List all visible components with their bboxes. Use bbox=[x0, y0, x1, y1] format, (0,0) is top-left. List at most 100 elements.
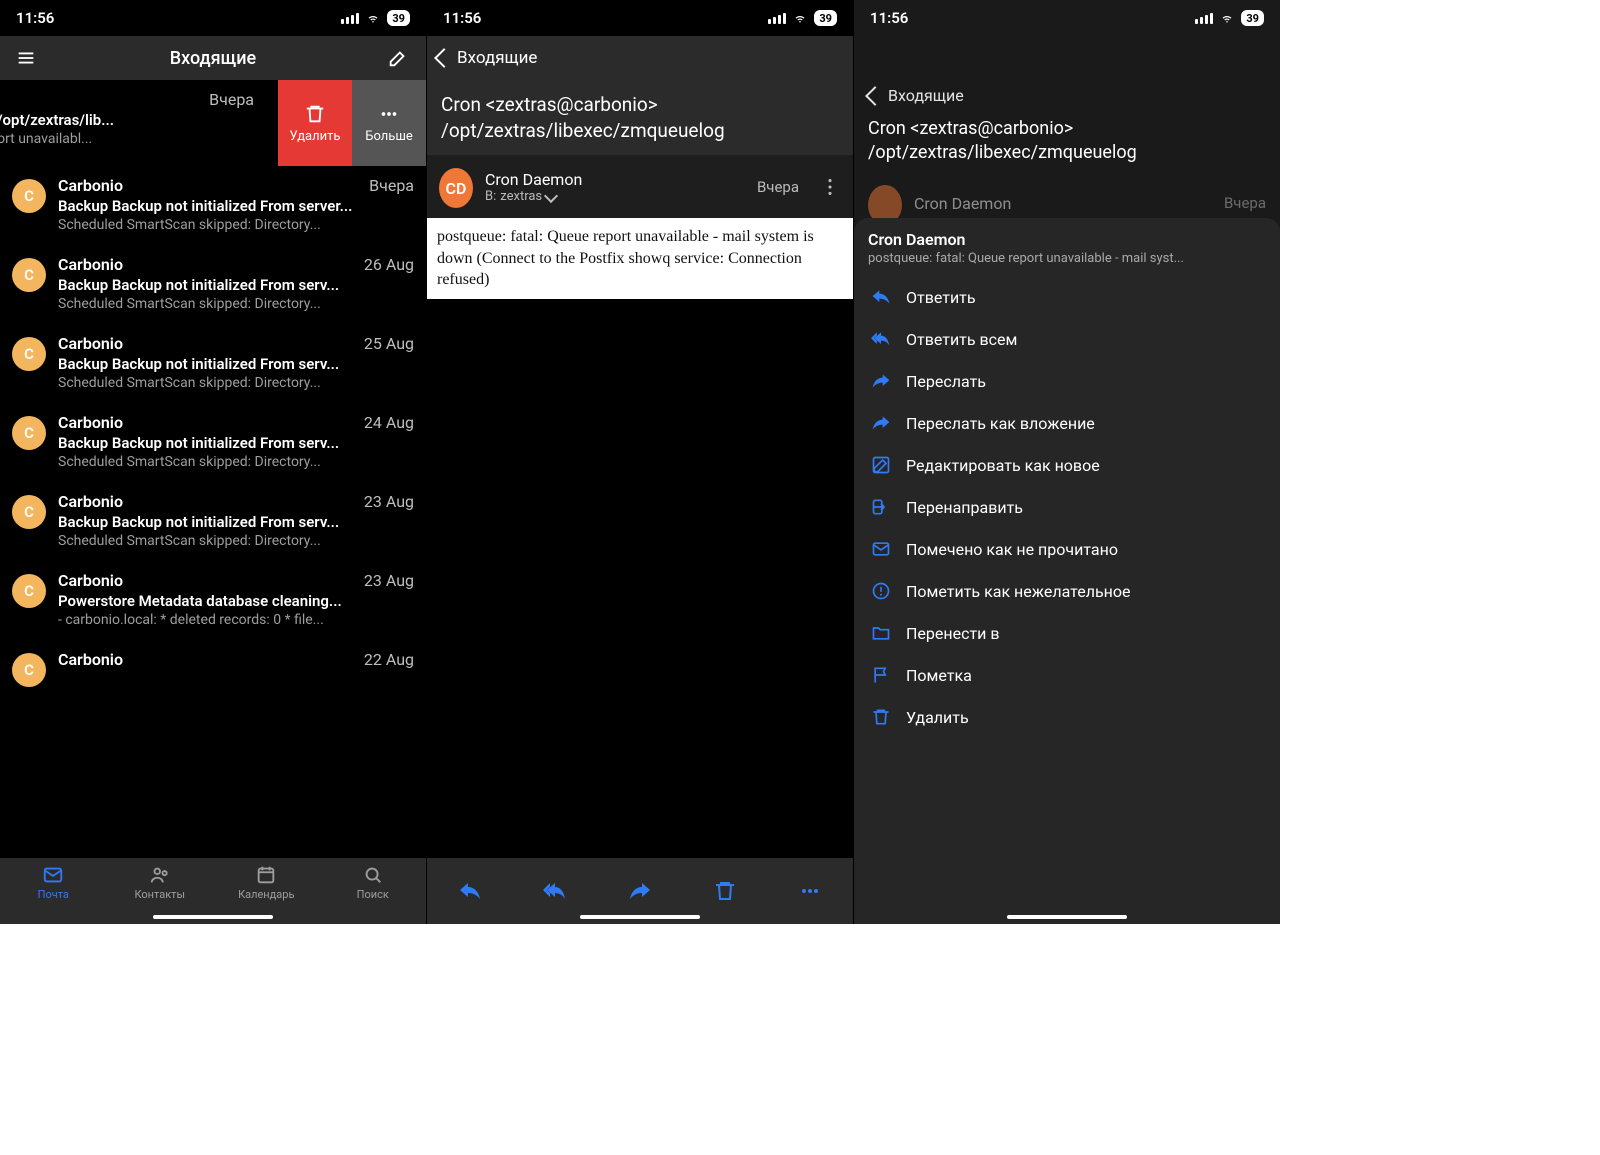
sheet-action-edit[interactable]: Редактировать как новое bbox=[854, 444, 1280, 486]
reply-all-button[interactable] bbox=[535, 871, 575, 911]
battery-badge: 39 bbox=[387, 10, 410, 26]
forward-icon bbox=[870, 370, 892, 392]
calendar-icon bbox=[255, 864, 277, 886]
reply-all-icon bbox=[870, 328, 892, 350]
swipe-more-button[interactable]: Больше bbox=[352, 80, 426, 166]
list-item[interactable]: C Carbonio22 Aug bbox=[0, 640, 426, 699]
inbox-title: Входящие bbox=[170, 48, 256, 69]
sender-name: Carbonio bbox=[58, 176, 123, 195]
sheet-action-reply[interactable]: Ответить bbox=[854, 276, 1280, 318]
sender-name: Carbonio bbox=[58, 413, 123, 432]
subject-line: ras@carbonio> /opt/zextras/lib... bbox=[0, 111, 254, 129]
more-icon[interactable] bbox=[819, 176, 841, 198]
to-field[interactable]: В: zextras bbox=[485, 189, 582, 204]
swipe-delete-button[interactable]: Удалить bbox=[278, 80, 352, 166]
preview-line: - carbonio.local: * deleted records: 0 *… bbox=[58, 612, 414, 628]
subject: Cron <zextras@carbonio> /opt/zextras/lib… bbox=[427, 80, 853, 155]
tab-search[interactable]: Поиск bbox=[320, 858, 427, 901]
avatar: C bbox=[12, 337, 46, 371]
list-item[interactable]: C Carbonio26 Aug Backup Backup not initi… bbox=[0, 245, 426, 324]
status-bar: 11:56 39 bbox=[0, 0, 426, 36]
wifi-icon bbox=[1219, 12, 1235, 24]
status-indicators: 39 bbox=[341, 10, 410, 26]
folder-icon bbox=[870, 622, 892, 644]
from-row[interactable]: CD Cron Daemon В: zextras Вчера bbox=[427, 155, 853, 218]
mail-icon bbox=[42, 864, 64, 886]
more-button[interactable] bbox=[790, 871, 830, 911]
more-icon bbox=[378, 103, 400, 125]
clock: 11:56 bbox=[870, 9, 908, 27]
sheet-action-reply-all[interactable]: Ответить всем bbox=[854, 318, 1280, 360]
list-item[interactable]: C CarbonioВчера Backup Backup not initia… bbox=[0, 166, 426, 245]
sheet-action-forward[interactable]: Переслать как вложение bbox=[854, 402, 1280, 444]
action-sheet-pane: 11:56 39 Входящие Cron <zextras@carbonio… bbox=[853, 0, 1280, 924]
spam-icon bbox=[870, 580, 892, 602]
inbox-topbar: Входящие bbox=[0, 36, 426, 80]
search-icon bbox=[362, 864, 384, 886]
sheet-action-trash[interactable]: Удалить bbox=[854, 696, 1280, 738]
more-horizontal-icon bbox=[798, 879, 822, 903]
battery-badge: 39 bbox=[814, 10, 837, 26]
subject-line: Powerstore Metadata database cleaning... bbox=[58, 592, 414, 610]
sender-name: Carbonio bbox=[58, 571, 123, 590]
signal-icon bbox=[1195, 12, 1213, 24]
forward-icon bbox=[628, 879, 652, 903]
reply-icon bbox=[458, 879, 482, 903]
sheet-action-flag[interactable]: Пометка bbox=[854, 654, 1280, 696]
preview-line: Scheduled SmartScan skipped: Directory..… bbox=[58, 217, 414, 233]
wifi-icon bbox=[365, 12, 381, 24]
avatar: C bbox=[12, 179, 46, 213]
tab-mail[interactable]: Почта bbox=[0, 858, 107, 901]
menu-icon[interactable] bbox=[8, 40, 44, 76]
list-item[interactable]: C Carbonio25 Aug Backup Backup not initi… bbox=[0, 324, 426, 403]
subject: Cron <zextras@carbonio> /opt/zextras/lib… bbox=[868, 117, 1266, 166]
reply-icon bbox=[870, 286, 892, 308]
date: Вчера bbox=[757, 178, 799, 196]
reply-button[interactable] bbox=[450, 871, 490, 911]
mail-icon bbox=[870, 538, 892, 560]
delete-button[interactable] bbox=[705, 871, 745, 911]
subject-line: Backup Backup not initialized From serv.… bbox=[58, 355, 414, 373]
sheet-action-mail[interactable]: Помечено как не прочитано bbox=[854, 528, 1280, 570]
list-item[interactable]: C Carbonio23 Aug Backup Backup not initi… bbox=[0, 482, 426, 561]
preview-line: Scheduled SmartScan skipped: Directory..… bbox=[58, 296, 414, 312]
sheet-action-forward[interactable]: Переслать bbox=[854, 360, 1280, 402]
forward-icon bbox=[870, 412, 892, 434]
list-item[interactable]: C Carbonio24 Aug Backup Backup not initi… bbox=[0, 403, 426, 482]
preview-line: Scheduled SmartScan skipped: Directory..… bbox=[58, 533, 414, 549]
subject-line: Backup Backup not initialized From serv.… bbox=[58, 513, 414, 531]
trash-icon bbox=[713, 879, 737, 903]
status-bar: 11:56 39 bbox=[854, 0, 1280, 36]
compose-icon[interactable] bbox=[380, 40, 416, 76]
trash-icon bbox=[304, 103, 326, 125]
avatar: C bbox=[12, 574, 46, 608]
mail-list-pane: 11:56 39 Входящие bbox=[0, 0, 426, 924]
preview-line: Scheduled SmartScan skipped: Directory..… bbox=[58, 454, 414, 470]
forward-button[interactable] bbox=[620, 871, 660, 911]
swiped-row[interactable]: monВчера ras@carbonio> /opt/zextras/lib.… bbox=[0, 80, 426, 166]
sheet-action-redirect[interactable]: Перенаправить bbox=[854, 486, 1280, 528]
battery-badge: 39 bbox=[1241, 10, 1264, 26]
message-list[interactable]: monВчера ras@carbonio> /opt/zextras/lib.… bbox=[0, 80, 426, 858]
flag-icon bbox=[870, 664, 892, 686]
list-item[interactable]: C Carbonio23 Aug Powerstore Metadata dat… bbox=[0, 561, 426, 640]
signal-icon bbox=[341, 12, 359, 24]
trash-icon bbox=[870, 706, 892, 728]
avatar: C bbox=[12, 495, 46, 529]
sender-name: Carbonio bbox=[58, 492, 123, 511]
preview-line: : fatal: Queue report unavailabl... bbox=[0, 131, 254, 147]
back-button[interactable]: Входящие bbox=[868, 86, 1266, 105]
clock: 11:56 bbox=[443, 9, 481, 27]
back-button[interactable]: Входящие bbox=[437, 48, 537, 68]
subject-line: Backup Backup not initialized From serv.… bbox=[58, 276, 414, 294]
from-name: Cron Daemon bbox=[485, 170, 582, 189]
sender-name: Carbonio bbox=[58, 334, 123, 353]
tab-calendar[interactable]: Календарь bbox=[213, 858, 320, 901]
detail-topbar: Входящие bbox=[427, 36, 853, 80]
tab-contacts[interactable]: Контакты bbox=[107, 858, 214, 901]
edit-icon bbox=[870, 454, 892, 476]
sheet-action-spam[interactable]: Пометить как нежелательное bbox=[854, 570, 1280, 612]
sheet-action-folder[interactable]: Перенести в bbox=[854, 612, 1280, 654]
avatar: CD bbox=[439, 168, 473, 208]
preview-line: Scheduled SmartScan skipped: Directory..… bbox=[58, 375, 414, 391]
